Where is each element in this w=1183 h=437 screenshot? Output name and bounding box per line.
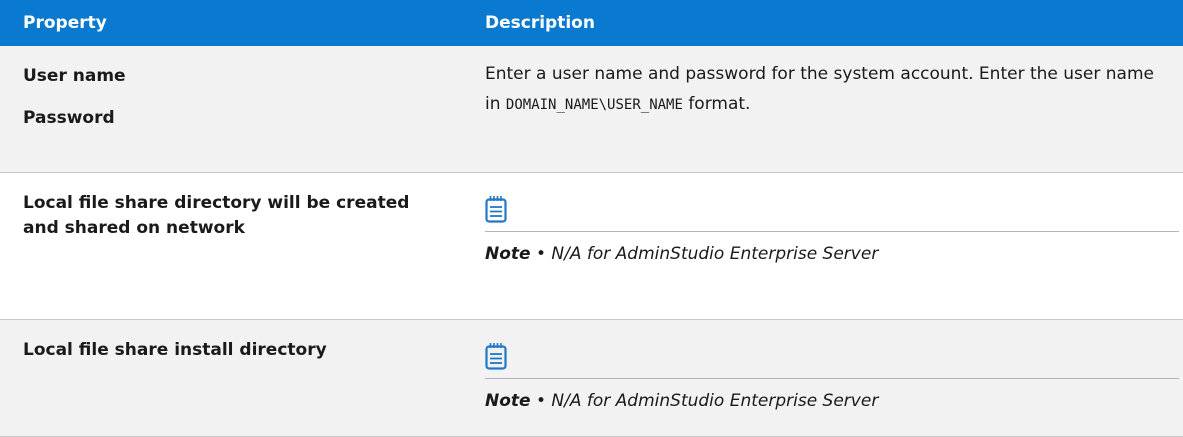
property-name: User name [23,66,126,86]
note-label: Note [485,244,531,264]
note-label: Note [485,391,531,411]
notepad-icon [485,343,507,370]
header-row: Property Description [0,0,1183,46]
notepad-icon [485,196,507,223]
note-text: Note • N/A for AdminStudio Enterprise Se… [485,391,879,411]
description-text: Enter a user name and password for the s… [485,64,1154,114]
table-row: Local file share install directory Note … [0,319,1183,437]
note-divider [485,378,1179,379]
property-cell: User name Password [0,46,465,173]
note-divider [485,231,1179,232]
description-cell: Note • N/A for AdminStudio Enterprise Se… [465,319,1183,437]
table-row: Local file share directory will be creat… [0,172,1183,320]
code-format: DOMAIN_NAME\USER_NAME [505,97,683,113]
description-cell: Note • N/A for AdminStudio Enterprise Se… [465,172,1183,320]
property-name: Local file share install directory [23,340,327,360]
property-name: Local file share directory will be creat… [23,193,410,238]
property-cell: Local file share install directory [0,319,465,437]
property-name: Password [23,108,115,128]
properties-table: Property Description User name Password … [0,0,1183,437]
note-text: Note • N/A for AdminStudio Enterprise Se… [485,244,879,264]
table-row: User name Password Enter a user name and… [0,46,1183,173]
description-column-header: Description [465,0,1183,46]
property-column-header: Property [0,0,465,46]
description-cell: Enter a user name and password for the s… [465,46,1183,173]
property-cell: Local file share directory will be creat… [0,172,465,320]
